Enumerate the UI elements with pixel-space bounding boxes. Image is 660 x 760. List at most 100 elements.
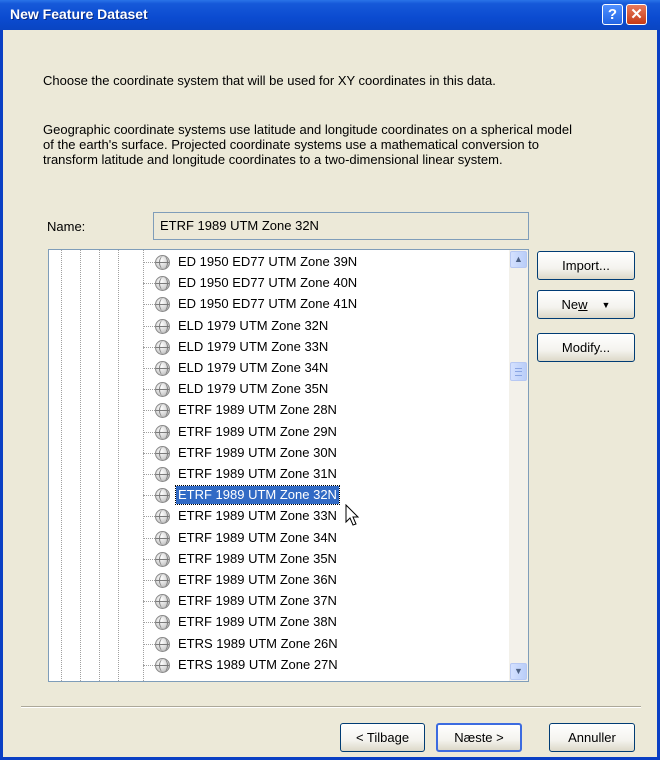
import-button-label: Import... [562,258,610,273]
tree-item-label: ETRF 1989 UTM Zone 34N [178,529,337,545]
tree-item-label: ETRF 1989 UTM Zone 36N [178,572,337,587]
tree-item[interactable]: ELD 1979 UTM Zone 33N [49,337,504,358]
tree-item[interactable]: ELD 1979 UTM Zone 35N [49,379,504,400]
tree-connector [143,664,155,666]
tree-connector [143,516,155,518]
tree-item-label: ETRF 1989 UTM Zone 37N [178,593,337,609]
scroll-up-button[interactable]: ▲ [510,251,527,268]
tree-connector [143,389,155,391]
tree-connector [143,431,155,433]
tree-item[interactable]: ETRF 1989 UTM Zone 30N [49,443,504,464]
modify-button-label: Modify... [561,340,611,355]
globe-icon [155,255,170,270]
globe-icon [155,657,170,673]
globe-icon [155,551,170,567]
next-button-label: Næste > [454,730,504,745]
cancel-button[interactable]: Annuller [549,723,635,752]
new-button-mnemonic: w [578,297,588,312]
tree-item[interactable]: ETRF 1989 UTM Zone 34N [49,528,504,549]
arrow-up-icon: ▲ [514,254,523,264]
scroll-thumb[interactable] [510,362,527,381]
globe-icon [155,339,170,355]
globe-icon [155,615,170,631]
tree-scrollbar[interactable]: ▲ ▼ [509,250,528,681]
globe-icon [155,318,170,334]
tree-item-label: ELD 1979 UTM Zone 35N [178,381,329,397]
back-button-label: < Tilbage [355,730,410,745]
tree-connector [143,558,155,560]
globe-icon [155,488,170,504]
description-line-1: Geographic coordinate systems use latitu… [43,122,572,137]
tree-item-label: ETRF 1989 UTM Zone 30N [178,444,337,460]
tree-connector [143,580,155,581]
question-icon: ? [607,6,618,23]
tree-item-label: ELD 1979 UTM Zone 33N [178,338,329,354]
arrow-down-icon: ▼ [514,666,523,676]
tree-item[interactable]: ETRF 1989 UTM Zone 33N [49,506,504,527]
scroll-down-button[interactable]: ▼ [510,663,527,680]
globe-icon [155,636,170,652]
tree-item-label: ETRF 1989 UTM Zone 28N [178,402,337,418]
tree-item[interactable]: ETRF 1989 UTM Zone 36N [49,570,504,591]
globe-icon [155,361,170,376]
description-line-2: of the earth's surface. Projected coordi… [43,137,540,152]
tree-connector [143,537,155,539]
new-feature-dataset-dialog: New Feature Dataset ? ✕ Choose the coord… [0,0,660,760]
tree-connector [143,452,155,454]
tree-item[interactable]: ETRF 1989 UTM Zone 32N [49,485,504,506]
tree-item[interactable]: ETRF 1989 UTM Zone 35N [49,549,504,570]
tree-connector [143,346,155,348]
next-button[interactable]: Næste > [436,723,522,752]
tree-connector [143,643,155,645]
tree-connector [143,325,155,327]
tree-item[interactable]: ETRF 1989 UTM Zone 37N [49,591,504,612]
close-button[interactable]: ✕ [626,4,647,25]
tree-connector [143,622,155,624]
tree-item-label: ED 1950 ED77 UTM Zone 40N [178,275,358,291]
tree-item[interactable]: ED 1950 ED77 UTM Zone 41N [49,294,504,315]
title-bar[interactable]: New Feature Dataset ? ✕ [0,0,660,30]
coordinate-system-tree[interactable]: ED 1950 ED77 UTM Zone 39N ED 1950 ED77 UT… [48,249,529,682]
tree-item-label: ELD 1979 UTM Zone 32N [178,317,329,333]
tree-item[interactable]: ETRF 1989 UTM Zone 38N [49,612,504,633]
modify-button[interactable]: Modify... [537,333,635,362]
tree-connector [143,262,155,263]
dropdown-arrow-icon: ▼ [601,300,611,311]
tree-item[interactable]: ETRS 1989 UTM Zone 26N [49,634,504,655]
tree-item[interactable]: ETRF 1989 UTM Zone 28N [49,400,504,421]
close-icon: ✕ [630,6,643,23]
tree-item-label: ETRS 1989 UTM Zone 26N [178,635,338,651]
globe-icon [155,445,170,461]
tree-item-label: ETRF 1989 UTM Zone 38N [178,614,337,630]
tree-item[interactable]: ED 1950 ED77 UTM Zone 39N [49,252,504,273]
tree-item[interactable]: ELD 1979 UTM Zone 34N [49,358,504,379]
tree-item[interactable]: ETRF 1989 UTM Zone 29N [49,422,504,443]
tree-item[interactable]: ED 1950 ED77 UTM Zone 40N [49,273,504,294]
globe-icon [155,276,170,292]
globe-icon [155,467,170,482]
globe-icon [155,403,170,419]
tree-item[interactable]: ETRS 1989 UTM Zone 27N [49,655,504,676]
tree-connector [143,601,155,603]
globe-icon [155,382,170,398]
tree-connector [143,495,155,497]
globe-icon [155,594,170,610]
globe-icon [155,297,170,313]
tree-item[interactable]: ETRF 1989 UTM Zone 31N [49,464,504,485]
help-button[interactable]: ? [602,4,623,25]
tree-connector [143,283,155,285]
tree-connector [143,410,155,412]
globe-icon [155,573,170,588]
back-button[interactable]: < Tilbage [340,723,425,752]
new-button-label: Ne [561,297,579,312]
tree-item-label: ETRF 1989 UTM Zone 33N [178,508,337,524]
mouse-cursor-icon [345,504,360,526]
window-title: New Feature Dataset [10,6,148,22]
footer-separator [21,706,641,708]
description-line-3: transform latitude and longitude coordin… [43,152,503,167]
tree-item-label: ETRF 1989 UTM Zone 29N [178,423,337,439]
tree-item[interactable]: ELD 1979 UTM Zone 32N [49,316,504,337]
tree-item-label: ED 1950 ED77 UTM Zone 41N [178,296,358,312]
new-button[interactable]: New ▼ [537,290,635,319]
import-button[interactable]: Import... [537,251,635,280]
